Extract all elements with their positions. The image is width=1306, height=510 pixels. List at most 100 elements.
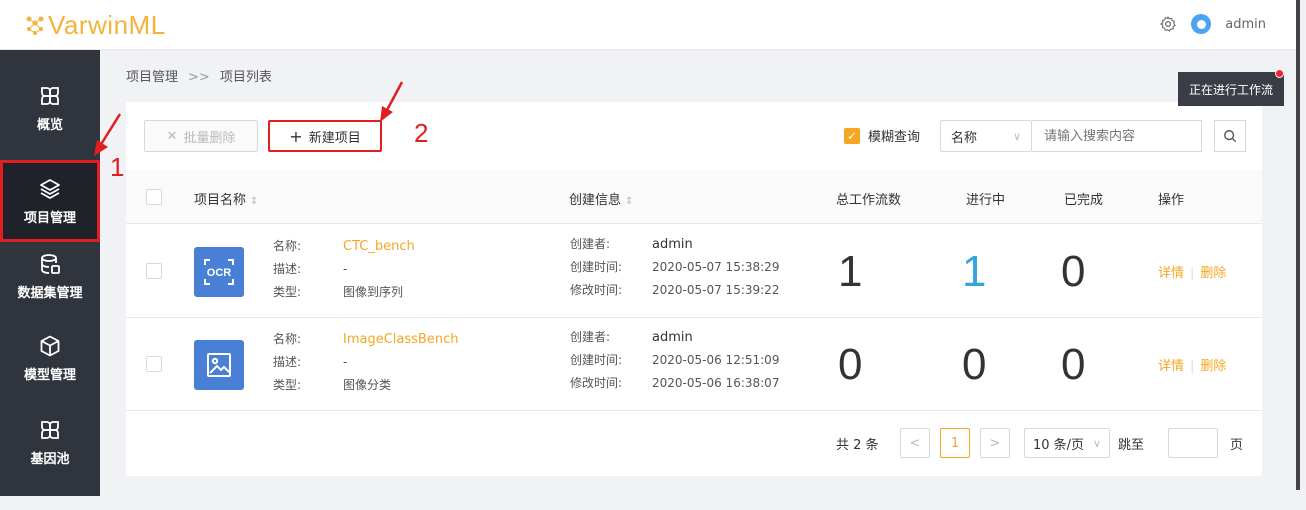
scrollbar-edge <box>1296 0 1300 490</box>
project-desc: - <box>343 262 348 276</box>
chevron-down-icon: ∨ <box>1012 129 1021 143</box>
project-desc: - <box>343 355 348 369</box>
row-actions: 详情 | 删除 <box>1158 262 1226 281</box>
label-modified-at: 修改时间: <box>570 376 623 390</box>
column-label: 项目名称 <box>194 193 247 208</box>
column-header-created[interactable]: 创建信息 ⇕ <box>569 189 633 208</box>
table-header: 项目名称 ⇕ 创建信息 ⇕ 总工作流数 进行中 已完成 操作 <box>126 170 1262 224</box>
top-header: VarwinML admin <box>0 0 1296 50</box>
avatar[interactable] <box>1191 14 1212 34</box>
logo[interactable]: VarwinML <box>24 10 166 40</box>
cube-icon <box>40 335 60 356</box>
label-desc: 描述: <box>273 262 302 276</box>
creation-info: 创建者: admin 创建时间: 2020-05-07 15:38:29 修改时间:… <box>570 233 779 302</box>
project-meta: 名称: ImageClassBench 描述: - 类型: 图像分类 <box>273 328 458 397</box>
delete-link[interactable]: 删除 <box>1200 266 1226 281</box>
annotation-arrow-2 <box>380 81 404 122</box>
search-field-select[interactable]: 名称 ∨ <box>940 120 1032 152</box>
running-workflows-tab[interactable]: 正在进行工作流 <box>1178 69 1284 106</box>
running-workflows-label: 正在进行工作流 <box>1188 82 1273 97</box>
page-suffix: 页 <box>1230 437 1244 453</box>
created-at-value: 2020-05-07 15:38:29 <box>652 260 780 274</box>
search-input[interactable] <box>1032 120 1202 152</box>
modified-at-value: 2020-05-06 16:38:07 <box>652 376 780 390</box>
sidebar: 概览 项目管理 数据集管理 模型管理 基因池 <box>0 50 100 496</box>
label-created-at: 创建时间: <box>570 260 623 274</box>
new-project-button[interactable]: + 新建项目 <box>268 120 382 152</box>
created-at-value: 2020-05-06 12:51:09 <box>652 353 780 367</box>
breadcrumb-root[interactable]: 项目管理 <box>126 70 178 85</box>
column-header-done: 已完成 <box>1064 193 1104 208</box>
detail-link[interactable]: 详情 <box>1158 266 1184 281</box>
creator-value: admin <box>652 237 693 252</box>
row-actions: 详情 | 删除 <box>1158 355 1226 374</box>
total-workflows: 0 <box>838 340 863 389</box>
sort-icon: ⇕ <box>625 196 634 207</box>
layers-icon <box>40 178 60 199</box>
plus-icon: + <box>289 126 303 146</box>
annotation-number-1: 1 <box>110 152 125 182</box>
username[interactable]: admin <box>1225 17 1266 32</box>
header-actions: admin <box>1159 14 1266 34</box>
column-label: 创建信息 <box>569 193 622 208</box>
sidebar-item-projects[interactable]: 项目管理 <box>0 160 100 242</box>
label-desc: 描述: <box>273 355 302 369</box>
chevron-left-icon: < <box>909 435 921 451</box>
column-header-total: 总工作流数 <box>836 193 902 208</box>
project-name-link[interactable]: CTC_bench <box>343 239 415 254</box>
project-type: 图像分类 <box>343 378 392 392</box>
project-meta: 名称: CTC_bench 描述: - 类型: 图像到序列 <box>273 235 415 304</box>
notification-dot <box>1275 69 1284 78</box>
row-checkbox[interactable] <box>146 356 162 372</box>
grid-icon <box>41 420 59 439</box>
batch-delete-button[interactable]: ✕ 批量删除 <box>144 120 258 152</box>
sidebar-item-models[interactable]: 模型管理 <box>0 322 100 394</box>
ocr-label: OCR <box>207 267 232 279</box>
logo-text: VarwinML <box>48 9 166 40</box>
gear-icon[interactable] <box>1159 15 1177 33</box>
label-created-at: 创建时间: <box>570 353 623 367</box>
grid-icon <box>41 86 59 105</box>
label-name: 名称: <box>273 239 302 253</box>
page-size-select[interactable]: 10 条/页 ∨ <box>1024 428 1110 458</box>
running-workflows: 0 <box>962 340 987 389</box>
image-icon <box>194 340 244 390</box>
project-name-link[interactable]: ImageClassBench <box>343 332 458 347</box>
row-checkbox[interactable] <box>146 263 162 279</box>
database-icon <box>41 253 60 274</box>
project-list-card: ✕ 批量删除 + 新建项目 ✓ 模糊查询 名称 ∨ 项目名称⇕ 创建信息⇕ 总工… <box>126 102 1262 476</box>
sidebar-item-datasets[interactable]: 数据集管理 <box>0 240 100 312</box>
table-row: OCR 名称: CTC_bench 描述: - 类型: 图像到序列 创建者: admin… <box>126 225 1262 318</box>
label-name: 名称: <box>273 332 302 346</box>
sidebar-item-label: 概览 <box>36 117 63 133</box>
label-type: 类型: <box>273 285 302 299</box>
breadcrumb-separator: >> <box>188 70 210 85</box>
fuzzy-search-toggle[interactable]: ✓ 模糊查询 <box>844 126 920 145</box>
ocr-icon: OCR <box>194 247 244 297</box>
sidebar-item-overview[interactable]: 概览 <box>0 72 100 144</box>
pagination-total: 共 2 条 <box>836 437 879 453</box>
select-value: 名称 <box>951 130 978 146</box>
annotation-number-2: 2 <box>414 118 429 148</box>
breadcrumb-current: 项目列表 <box>219 70 272 85</box>
sort-icon: ⇕ <box>250 196 259 207</box>
chevron-down-icon: ∨ <box>1092 436 1101 450</box>
jump-page-input[interactable] <box>1168 428 1218 458</box>
new-project-label: 新建项目 <box>308 130 361 146</box>
sidebar-item-label: 基因池 <box>30 451 70 467</box>
column-header-name[interactable]: 项目名称 ⇕ <box>194 189 258 208</box>
sidebar-item-label: 模型管理 <box>23 367 76 383</box>
running-workflows[interactable]: 1 <box>962 247 986 297</box>
pagination-prev[interactable]: < <box>900 428 930 458</box>
checkmark-icon[interactable]: ✓ <box>844 127 860 144</box>
detail-link[interactable]: 详情 <box>1158 359 1184 374</box>
pagination-next[interactable]: > <box>980 428 1010 458</box>
page-size-value: 10 条/页 <box>1033 437 1085 453</box>
select-all-checkbox[interactable] <box>146 189 162 205</box>
creation-info: 创建者: admin 创建时间: 2020-05-06 12:51:09 修改时间:… <box>570 326 779 395</box>
delete-link[interactable]: 删除 <box>1200 359 1226 374</box>
sidebar-item-gene-pool[interactable]: 基因池 <box>0 406 100 478</box>
search-icon <box>1224 130 1237 143</box>
pagination-page[interactable]: 1 <box>940 428 970 458</box>
search-button[interactable] <box>1214 120 1246 152</box>
